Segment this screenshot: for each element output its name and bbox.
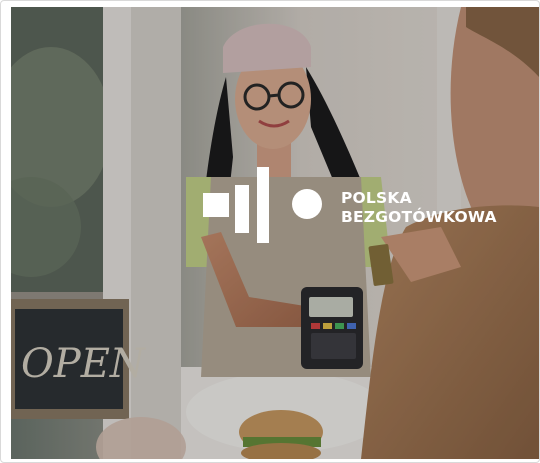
logo-line-2: BEZGOTÓWKOWA bbox=[341, 208, 497, 226]
logo-line-1: POLSKA bbox=[341, 189, 412, 207]
image-card: OPEN POLSKA BEZGOTÓWKOWA bbox=[0, 0, 540, 463]
polska-bezgotowkowa-logo: POLSKA BEZGOTÓWKOWA bbox=[203, 167, 523, 257]
logo-wordmark: POLSKA BEZGOTÓWKOWA bbox=[341, 189, 497, 227]
payment-photo: OPEN POLSKA BEZGOTÓWKOWA bbox=[11, 7, 539, 459]
logo-mark-icon bbox=[203, 167, 322, 243]
